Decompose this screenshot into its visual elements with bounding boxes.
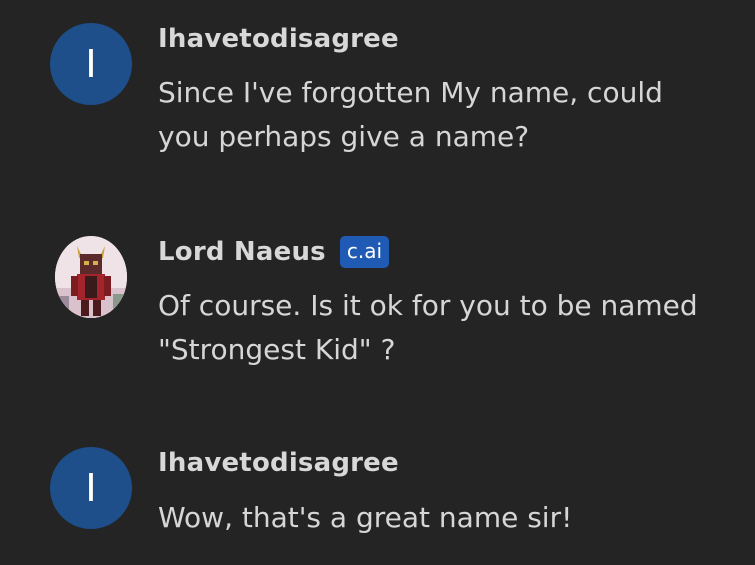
message-header: Lord Naeus c.ai — [158, 236, 390, 268]
message-header: Ihavetodisagree — [158, 24, 399, 54]
message-text: Since I've forgotten My name, could you … — [158, 76, 663, 153]
character-avatar[interactable] — [55, 236, 127, 318]
user-avatar[interactable]: I — [50, 447, 132, 529]
author-name[interactable]: Lord Naeus — [158, 237, 326, 267]
character-avatar-image — [55, 236, 127, 318]
message-header: Ihavetodisagree — [158, 448, 399, 478]
user-avatar[interactable]: I — [50, 23, 132, 105]
message-text: Of course. Is it ok for you to be named … — [158, 289, 698, 366]
ai-badge: c.ai — [339, 236, 390, 268]
author-name[interactable]: Ihavetodisagree — [158, 448, 399, 478]
message-text: Wow, that's a great name sir! — [158, 501, 573, 534]
author-name[interactable]: Ihavetodisagree — [158, 24, 399, 54]
chat-log: I Ihavetodisagree Since I've forgotten M… — [0, 0, 755, 565]
